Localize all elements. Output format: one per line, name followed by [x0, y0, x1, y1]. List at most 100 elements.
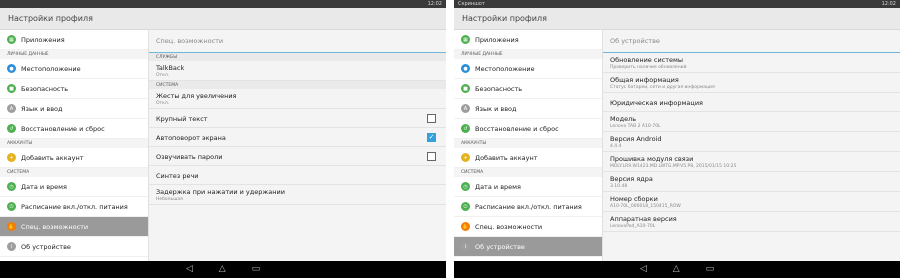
sidebar-item-accessibility[interactable]: ✋ Спец. возможности	[0, 217, 148, 237]
status-time: 12:02	[881, 1, 896, 7]
android-version-row[interactable]: Версия Android 4.4.4	[603, 132, 900, 152]
sidebar-item-power-schedule[interactable]: ⏻ Расписание вкл./откл. питания	[0, 197, 148, 217]
detail-pane: Спец. возможности Службы TalkBack Откл. …	[149, 30, 446, 261]
sidebar-item-label: Местоположение	[475, 64, 535, 73]
navigation-bar: ◁ △ ▭	[0, 261, 446, 278]
sidebar-item-label: Дата и время	[475, 182, 521, 191]
sidebar-item-language[interactable]: A Язык и ввод	[0, 99, 148, 119]
section-header-system: Система	[0, 168, 148, 177]
sidebar-item-power-schedule[interactable]: ⏻ Расписание вкл./откл. питания	[454, 197, 602, 217]
detail-title: Об устройстве	[603, 30, 900, 53]
add-account-icon: +	[7, 153, 16, 162]
system-update-row[interactable]: Обновление системы Проверить наличие обн…	[603, 53, 900, 73]
speak-passwords-row[interactable]: Озвучивать пароли	[149, 147, 446, 166]
row-title: Юридическая информация	[610, 98, 703, 107]
row-title: TalkBack	[156, 64, 185, 72]
tts-row[interactable]: Синтез речи	[149, 166, 446, 185]
power-schedule-icon: ⏻	[461, 202, 470, 211]
section-header-accounts: Аккаунты	[454, 139, 602, 148]
section-header-accounts: Аккаунты	[0, 139, 148, 148]
sidebar-item-label: Местоположение	[21, 64, 81, 73]
row-title: Крупный текст	[156, 114, 208, 123]
row-title: Автоповорот экрана	[156, 133, 226, 142]
row-title: Синтез речи	[156, 171, 199, 180]
row-title: Озвучивать пароли	[156, 152, 223, 161]
row-summary: Откл.	[156, 101, 170, 106]
restore-icon: ↺	[461, 124, 470, 133]
sidebar-item-backup-reset[interactable]: ↺ Восстановление и сброс	[0, 119, 148, 139]
row-summary: Статус батареи, сети и другая информация	[610, 85, 715, 90]
section-header-personal: Личные данные	[454, 50, 602, 59]
sidebar-item-label: Язык и ввод	[21, 104, 63, 113]
status-time: 12:02	[427, 1, 442, 7]
sidebar-item-label: Расписание вкл./откл. питания	[475, 202, 582, 211]
legal-info-row[interactable]: Юридическая информация	[603, 93, 900, 112]
language-icon: A	[7, 104, 16, 113]
sidebar-item-language[interactable]: A Язык и ввод	[454, 99, 602, 119]
back-icon[interactable]: ◁	[640, 265, 647, 274]
home-icon[interactable]: △	[219, 265, 226, 274]
sidebar-item-add-account[interactable]: + Добавить аккаунт	[0, 148, 148, 168]
auto-rotate-checkbox[interactable]: ✓	[427, 132, 436, 142]
sidebar-item-label: Безопасность	[21, 84, 69, 93]
back-icon[interactable]: ◁	[186, 265, 193, 274]
large-text-checkbox[interactable]	[427, 113, 436, 123]
clock-icon: ◷	[7, 182, 16, 191]
sidebar-item-label: Язык и ввод	[475, 104, 517, 113]
large-text-row[interactable]: Крупный текст	[149, 109, 446, 128]
row-title: Обновление системы	[610, 56, 684, 64]
sidebar-item-security[interactable]: ■ Безопасность	[0, 79, 148, 99]
sidebar-item-backup-reset[interactable]: ↺ Восстановление и сброс	[454, 119, 602, 139]
status-bar: Скриншот 12:02	[454, 0, 900, 8]
screenshot-divider	[446, 0, 454, 278]
sidebar-item-security[interactable]: ■ Безопасность	[454, 79, 602, 99]
action-bar: Настройки профиля	[0, 8, 446, 30]
sidebar-item-apps[interactable]: ▦ Приложения	[0, 30, 148, 50]
page-title: Настройки профиля	[8, 14, 93, 23]
baseband-version-row: Прошивка модуля связи MOLY.LR9.W1423.MD.…	[603, 152, 900, 172]
sidebar-item-label: Спец. возможности	[475, 222, 543, 231]
info-icon: i	[7, 242, 16, 251]
page-title: Настройки профиля	[462, 14, 547, 23]
apps-icon: ▦	[461, 35, 470, 44]
kernel-version-row: Версия ядра 3.10.48	[603, 172, 900, 192]
model-row: Модель Lenovo TAB 2 A10-70L	[603, 112, 900, 132]
sidebar-item-about-device[interactable]: i Об устройстве	[454, 237, 602, 257]
home-icon[interactable]: △	[673, 265, 680, 274]
location-icon: ●	[461, 64, 470, 73]
sidebar-item-accessibility[interactable]: ✋ Спец. возможности	[454, 217, 602, 237]
speak-passwords-checkbox[interactable]	[427, 151, 436, 161]
sidebar-item-date-time[interactable]: ◷ Дата и время	[454, 177, 602, 197]
sidebar-item-label: Добавить аккаунт	[21, 153, 84, 162]
row-summary: 4.4.4	[610, 144, 622, 149]
lock-icon: ■	[7, 84, 16, 93]
sidebar-item-location[interactable]: ● Местоположение	[0, 59, 148, 79]
clock-icon: ◷	[461, 182, 470, 191]
action-bar: Настройки профиля	[454, 8, 900, 30]
magnification-gestures-row[interactable]: Жесты для увеличения Откл.	[149, 89, 446, 109]
general-info-row[interactable]: Общая информация Статус батареи, сети и …	[603, 73, 900, 93]
power-schedule-icon: ⏻	[7, 202, 16, 211]
sidebar-item-label: Дата и время	[21, 182, 67, 191]
talkback-row[interactable]: TalkBack Откл.	[149, 61, 446, 81]
sidebar-item-apps[interactable]: ▦ Приложения	[454, 30, 602, 50]
recents-icon[interactable]: ▭	[706, 265, 715, 274]
sidebar-item-date-time[interactable]: ◷ Дата и время	[0, 177, 148, 197]
sidebar-item-location[interactable]: ● Местоположение	[454, 59, 602, 79]
sidebar-item-label: Об устройстве	[475, 242, 525, 251]
settings-sidebar: ▦ Приложения Личные данные ● Местоположе…	[454, 30, 603, 261]
row-summary: 3.10.48	[610, 184, 628, 189]
sidebar-item-add-account[interactable]: + Добавить аккаунт	[454, 148, 602, 168]
add-account-icon: +	[461, 153, 470, 162]
sidebar-item-label: Безопасность	[475, 84, 523, 93]
touch-hold-delay-row[interactable]: Задержка при нажатии и удержании Небольш…	[149, 185, 446, 205]
sidebar-item-about-device[interactable]: i Об устройстве	[0, 237, 148, 257]
recents-icon[interactable]: ▭	[252, 265, 261, 274]
build-number-row[interactable]: Номер сборки A10-70L_000018_150415_ROW	[603, 192, 900, 212]
apps-icon: ▦	[7, 35, 16, 44]
row-title: Модель	[610, 115, 637, 123]
status-bar: 12:02	[0, 0, 446, 8]
row-summary: Небольшая	[156, 197, 183, 202]
accessibility-icon: ✋	[7, 222, 16, 231]
auto-rotate-row[interactable]: Автоповорот экрана ✓	[149, 128, 446, 147]
